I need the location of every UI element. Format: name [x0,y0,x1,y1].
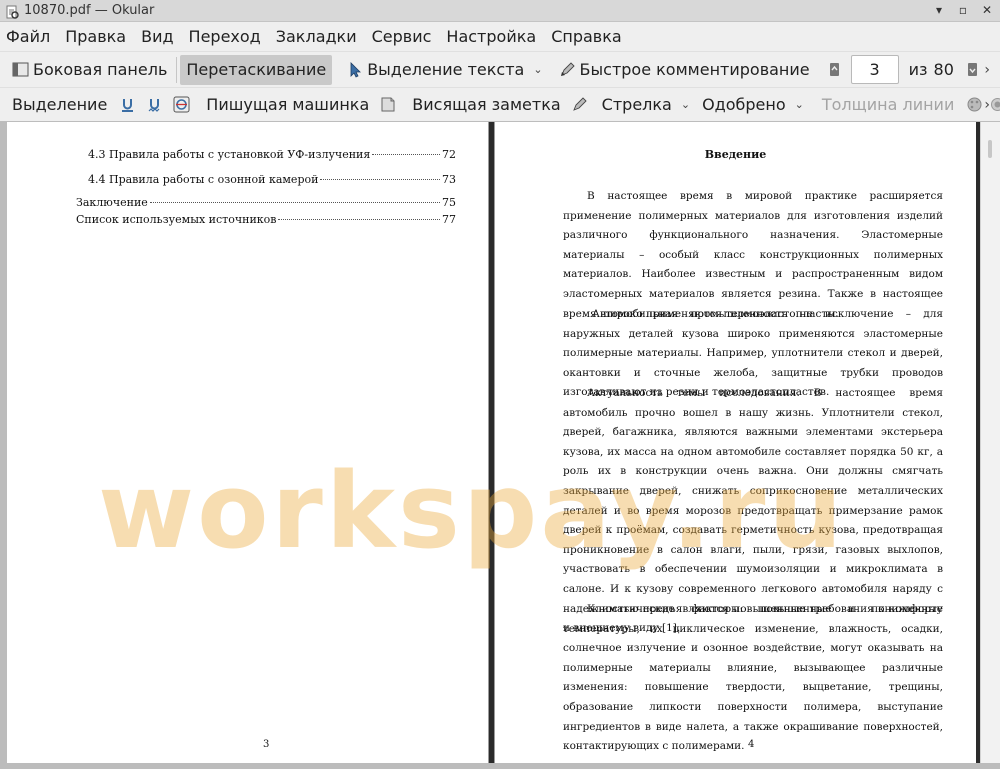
page-separator [489,122,494,763]
menu-bar: Файл Правка Вид Переход Закладки Сервис … [0,22,1000,51]
annotation-toolbar: Выделение Пишущая машинка Висящая заметк… [0,87,1000,122]
line-width-label: Толщина линии [821,95,955,114]
menu-bookmarks[interactable]: Закладки [276,27,357,46]
menu-file[interactable]: Файл [6,27,50,46]
toc-entry[interactable]: 4.3 Правила работы с установкой УФ-излуч… [88,148,456,161]
window-title: 10870.pdf — Okular [24,3,155,18]
line-width-button[interactable]: Толщина линии [816,90,961,120]
maximize-button[interactable]: ▫ [956,3,970,18]
squiggly-icon[interactable] [146,96,163,113]
page-number: 4 [748,739,755,750]
bottom-edge [0,763,1000,769]
section-heading: Введение [704,148,767,161]
text-select-tool-button[interactable]: Выделение текста ⌄ [340,55,548,85]
menu-help[interactable]: Справка [551,27,622,46]
toc-leader-dots [278,219,440,220]
toc-entry-page: 72 [442,148,456,161]
highlight-tool-label: Выделение [12,95,108,114]
title-bar: 10870.pdf — Okular ▾ ▫ ✕ [0,0,1000,22]
typewriter-tool-label: Пишущая машинка [206,95,370,114]
page-number: 3 [263,739,270,750]
cursor-icon [346,61,363,78]
toc-entry-page: 77 [442,213,456,226]
stamp-tool-label: Одобрено [702,95,786,114]
toc-entry-page: 75 [442,196,456,209]
fill-color-icon[interactable] [989,96,1000,113]
document-view[interactable]: 4.3 Правила работы с установкой УФ-излуч… [0,122,1000,763]
toolbar-overflow-icon[interactable]: › [984,62,990,78]
chevron-down-icon[interactable]: ⌄ [681,98,690,111]
page-of-label: из [908,60,928,79]
menu-view[interactable]: Вид [141,27,173,46]
menu-go[interactable]: Переход [189,27,261,46]
menu-settings[interactable]: Настройка [446,27,536,46]
pen-icon [559,61,576,78]
sidebar-icon [12,61,29,78]
arrow-pen-icon [571,96,588,113]
chevron-down-icon[interactable]: ⌄ [795,98,804,111]
toolbar-separator [176,56,178,83]
sidebar-label: Боковая панель [33,60,168,79]
paragraph: Климатические факторы: повышенные и пони… [563,603,943,753]
arrow-tool-button[interactable]: Стрелка ⌄ [596,90,696,120]
close-button[interactable]: ✕ [980,3,994,18]
stamp-tool-button[interactable]: Одобрено ⌄ [696,90,810,120]
sidebar-toggle-button[interactable]: Боковая панель [6,55,173,85]
strikeout-icon[interactable] [173,96,190,113]
color-palette-icon[interactable] [966,96,983,113]
quick-annotation-label: Быстрое комментирование [579,60,810,79]
toc-entry-title: 4.3 Правила работы с установкой УФ-излуч… [88,148,371,161]
typewriter-tool-button[interactable]: Пишущая машинка [200,90,375,120]
current-page-input[interactable]: 3 [850,55,899,84]
toc-entry-title: Заключение [76,196,148,209]
page-gutter [0,122,7,763]
chevron-down-icon[interactable]: ⌄ [533,63,542,76]
toc-leader-dots [372,154,440,155]
toc-entry[interactable]: 4.4 Правила работы с озонной камерой 73 [88,173,456,186]
toolbar-overflow-icon[interactable]: › [984,97,990,113]
note-icon [379,96,396,113]
minimize-button[interactable]: ▾ [932,3,946,18]
pdf-page-3: 4.3 Правила работы с установкой УФ-излуч… [7,122,488,763]
toc-leader-dots [149,202,440,203]
main-toolbar: Боковая панель Перетаскивание Выделение … [0,51,1000,87]
pdf-page-4: Введение В настоящее время в мировой пра… [495,122,976,763]
menu-tools[interactable]: Сервис [372,27,432,46]
text-select-label: Выделение текста [367,60,525,79]
toc-entry-title: Список используемых источников [76,213,277,226]
sticky-note-tool-label: Висящая заметка [412,95,561,114]
quick-annotation-button[interactable]: Быстрое комментирование [553,55,816,85]
toc-entry-page: 73 [442,173,456,186]
highlight-tool-button[interactable]: Выделение [6,90,113,120]
toc-entry-title: 4.4 Правила работы с озонной камерой [88,173,319,186]
scrollbar-thumb[interactable] [988,140,992,158]
previous-page-icon[interactable] [826,61,843,78]
toc-entry[interactable]: Заключение 75 [76,196,456,209]
arrow-tool-label: Стрелка [601,95,672,114]
browse-tool-button[interactable]: Перетаскивание [180,54,333,85]
vertical-scrollbar[interactable] [980,122,1000,763]
page-total-label: 80 [933,60,954,79]
toc-entry[interactable]: Список используемых источников 77 [76,213,456,226]
toc-leader-dots [320,179,440,180]
menu-edit[interactable]: Правка [65,27,126,46]
okular-app-icon [5,4,19,19]
browse-tool-label: Перетаскивание [186,60,327,79]
next-page-icon[interactable] [964,61,981,78]
underline-icon[interactable] [119,96,136,113]
sticky-note-tool-button[interactable]: Висящая заметка [406,90,566,120]
paragraph: В настоящее время в мировой практике рас… [563,190,943,320]
